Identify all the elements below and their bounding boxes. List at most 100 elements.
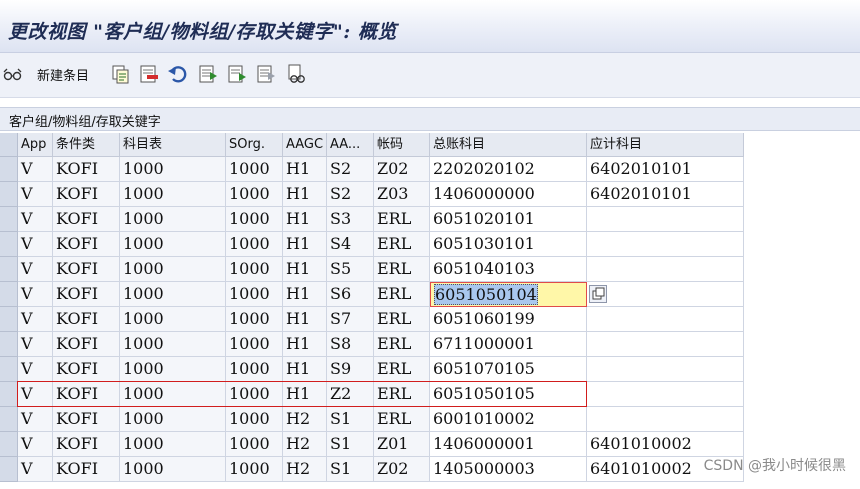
table-cell[interactable]: 6051070105 bbox=[430, 357, 587, 382]
table-cell: KOFI bbox=[53, 432, 120, 457]
table-cell: H1 bbox=[283, 157, 327, 182]
table-cell: S7 bbox=[327, 307, 374, 332]
table-cell[interactable] bbox=[587, 407, 744, 432]
table-cell: V bbox=[18, 207, 53, 232]
table-cell[interactable]: 6402010101 bbox=[587, 157, 744, 182]
table-cell: KOFI bbox=[53, 232, 120, 257]
table-cell[interactable]: 6401010002 bbox=[587, 432, 744, 457]
table-cell[interactable] bbox=[587, 207, 744, 232]
table-cell: 1000 bbox=[226, 457, 283, 482]
table-cell: V bbox=[18, 157, 53, 182]
undo-icon[interactable] bbox=[167, 63, 189, 85]
column-header[interactable]: 科目表 bbox=[120, 133, 226, 157]
table-cell: 1000 bbox=[120, 282, 226, 307]
table-cell: KOFI bbox=[53, 332, 120, 357]
row-selector[interactable] bbox=[0, 182, 18, 207]
table-cell[interactable] bbox=[587, 357, 744, 382]
table-cell: ERL bbox=[374, 357, 430, 382]
table-cell: 1000 bbox=[226, 382, 283, 407]
row-selector[interactable] bbox=[0, 232, 18, 257]
table-cell: ERL bbox=[374, 307, 430, 332]
table-cell: 1000 bbox=[120, 182, 226, 207]
table-cell: KOFI bbox=[53, 282, 120, 307]
table-cell[interactable] bbox=[587, 382, 744, 407]
value-help-icon[interactable] bbox=[589, 285, 607, 303]
table-cell: V bbox=[18, 332, 53, 357]
row-selector[interactable] bbox=[0, 257, 18, 282]
table-cell: ERL bbox=[374, 407, 430, 432]
table-cell[interactable]: 6711000001 bbox=[430, 332, 587, 357]
table-cell[interactable] bbox=[587, 307, 744, 332]
table-cell: 1000 bbox=[120, 232, 226, 257]
table-cell: 1000 bbox=[120, 357, 226, 382]
table-cell[interactable]: 2202020102 bbox=[430, 157, 587, 182]
table-cell[interactable]: 1405000003 bbox=[430, 457, 587, 482]
table-cell: KOFI bbox=[53, 457, 120, 482]
column-header[interactable]: 帐码 bbox=[374, 133, 430, 157]
column-header[interactable]: App bbox=[18, 133, 53, 157]
table-cell[interactable] bbox=[587, 257, 744, 282]
column-header[interactable]: AAGC bbox=[283, 133, 327, 157]
table-cell[interactable]: 6051050104 bbox=[430, 282, 587, 307]
column-header[interactable]: 应计科目 bbox=[587, 133, 744, 157]
row-selector[interactable] bbox=[0, 307, 18, 332]
table-cell: ERL bbox=[374, 257, 430, 282]
table-cell[interactable]: 6051050105 bbox=[430, 382, 587, 407]
table-cell: KOFI bbox=[53, 357, 120, 382]
column-header[interactable]: 总账科目 bbox=[430, 133, 587, 157]
select-all-rows-button[interactable] bbox=[0, 133, 18, 157]
print-icon[interactable] bbox=[285, 63, 307, 85]
table-cell: 1000 bbox=[120, 407, 226, 432]
row-selector[interactable] bbox=[0, 457, 18, 482]
table-cell: 1000 bbox=[120, 432, 226, 457]
table-cell: Z02 bbox=[374, 457, 430, 482]
select-all-icon[interactable] bbox=[197, 63, 219, 85]
table-cell: V bbox=[18, 307, 53, 332]
table-cell: ERL bbox=[374, 282, 430, 307]
table-cell: KOFI bbox=[53, 307, 120, 332]
table-cell: H1 bbox=[283, 257, 327, 282]
table-group-header: 客户组/物料组/存取关键字 bbox=[0, 107, 860, 131]
table-cell[interactable]: 1406000000 bbox=[430, 182, 587, 207]
select-block-icon[interactable] bbox=[226, 63, 248, 85]
column-header[interactable]: AA... bbox=[327, 133, 374, 157]
row-selector[interactable] bbox=[0, 332, 18, 357]
copy-icon[interactable] bbox=[110, 63, 132, 85]
column-header[interactable]: 条件类 bbox=[53, 133, 120, 157]
glasses-icon[interactable] bbox=[2, 63, 24, 85]
row-selector[interactable] bbox=[0, 207, 18, 232]
row-selector[interactable] bbox=[0, 382, 18, 407]
table-cell[interactable]: 6051040103 bbox=[430, 257, 587, 282]
row-selector[interactable] bbox=[0, 357, 18, 382]
table-cell[interactable]: 6051030101 bbox=[430, 232, 587, 257]
table-cell[interactable]: 6051020101 bbox=[430, 207, 587, 232]
table-cell[interactable]: 1406000001 bbox=[430, 432, 587, 457]
table-cell[interactable]: 6402010101 bbox=[587, 182, 744, 207]
deselect-icon[interactable] bbox=[255, 63, 277, 85]
table-cell: H1 bbox=[283, 357, 327, 382]
table-cell: KOFI bbox=[53, 257, 120, 282]
table-cell: H1 bbox=[283, 282, 327, 307]
window-title: 更改视图 "客户组/物料组/存取关键字": 概览 bbox=[8, 21, 397, 43]
table-cell[interactable] bbox=[587, 282, 744, 307]
row-selector[interactable] bbox=[0, 432, 18, 457]
table-cell: KOFI bbox=[53, 157, 120, 182]
table-cell: KOFI bbox=[53, 207, 120, 232]
row-selector[interactable] bbox=[0, 157, 18, 182]
table-cell[interactable] bbox=[587, 332, 744, 357]
table-cell: H1 bbox=[283, 207, 327, 232]
delete-icon[interactable] bbox=[138, 63, 160, 85]
table-cell: 1000 bbox=[120, 207, 226, 232]
column-header[interactable]: SOrg. bbox=[226, 133, 283, 157]
row-selector[interactable] bbox=[0, 282, 18, 307]
table-cell: S9 bbox=[327, 357, 374, 382]
table-cell[interactable]: 6051060199 bbox=[430, 307, 587, 332]
table-cell: 1000 bbox=[226, 407, 283, 432]
new-entries-button[interactable]: 新建条目 bbox=[37, 65, 89, 84]
table-cell: ERL bbox=[374, 382, 430, 407]
table-cell: V bbox=[18, 457, 53, 482]
table-cell[interactable] bbox=[587, 232, 744, 257]
row-selector[interactable] bbox=[0, 407, 18, 432]
table-cell[interactable]: 6001010002 bbox=[430, 407, 587, 432]
table-cell: V bbox=[18, 382, 53, 407]
